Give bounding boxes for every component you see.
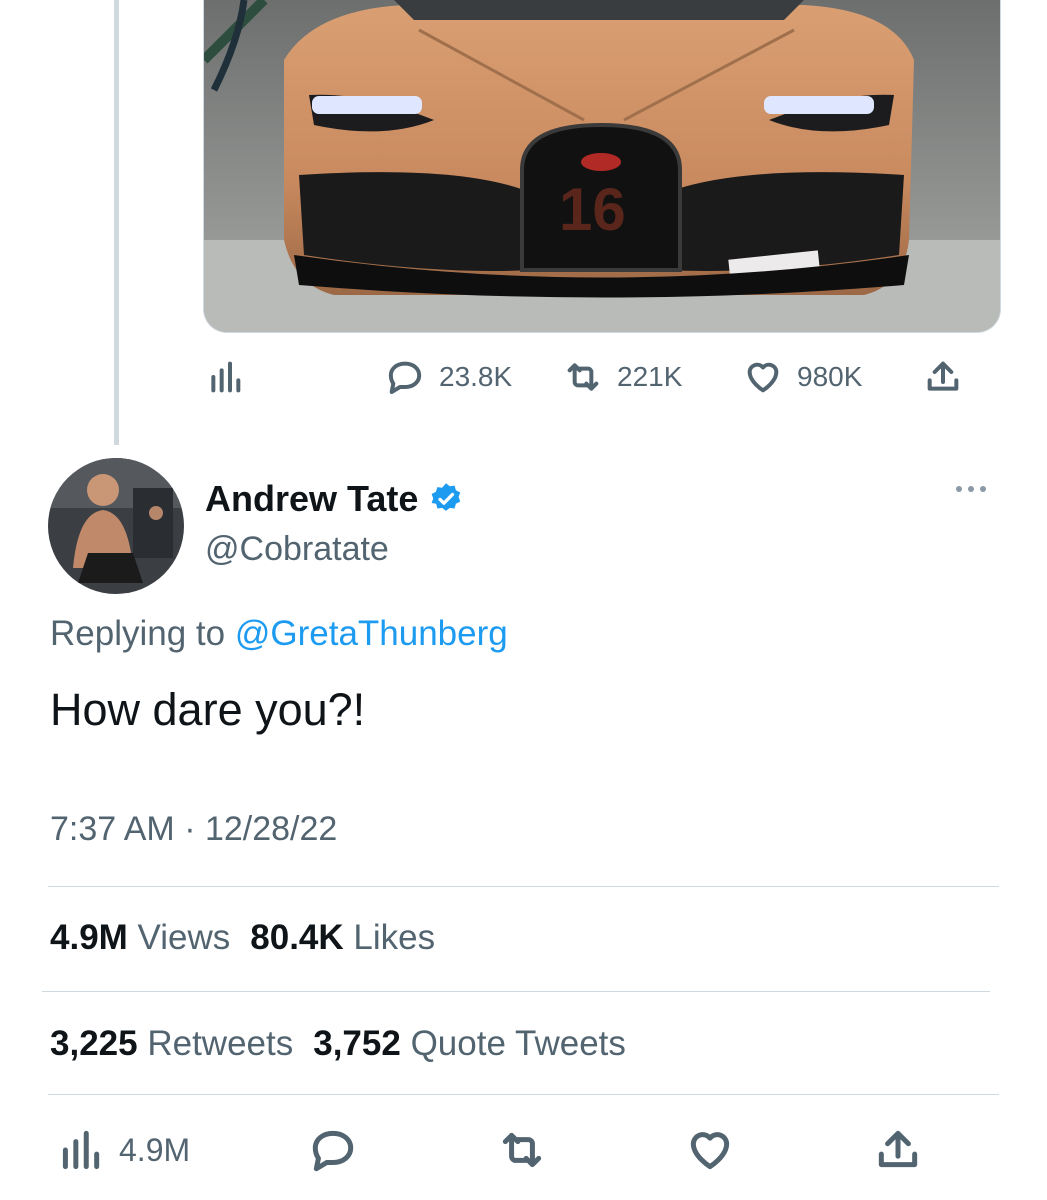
retweets-stat[interactable]: 3,225 Retweets <box>50 1024 293 1064</box>
analytics-icon <box>211 361 241 393</box>
tweet-timestamp[interactable]: 7:37 AM · 12/28/22 <box>50 810 337 849</box>
like-count: 980K <box>797 361 863 392</box>
like-button[interactable]: 980K <box>743 357 862 397</box>
retweet-button[interactable]: 221K <box>563 357 682 397</box>
car-photo: 16 <box>204 0 1000 332</box>
quotes-label: Quote Tweets <box>410 1024 626 1063</box>
reply-count: 23.8K <box>439 361 513 392</box>
likes-label: Likes <box>353 918 436 957</box>
share-icon <box>878 1130 918 1168</box>
avatar[interactable] <box>48 458 184 594</box>
retweets-count: 3,225 <box>50 1024 138 1063</box>
thread-connector <box>114 0 119 445</box>
replying-to: Replying to @GretaThunberg <box>50 614 508 654</box>
like-icon <box>690 1132 730 1170</box>
likes-count: 80.4K <box>250 918 344 957</box>
views-label: Views <box>137 918 231 957</box>
analytics-button[interactable] <box>205 357 245 397</box>
retweet-icon <box>567 363 599 391</box>
retweets-label: Retweets <box>147 1024 294 1063</box>
views-count: 4.9M <box>50 918 128 957</box>
author-name-row[interactable]: Andrew Tate <box>205 478 464 520</box>
verified-badge-icon <box>431 483 461 511</box>
divider <box>42 991 990 992</box>
divider <box>48 1094 999 1095</box>
like-icon <box>747 362 779 393</box>
analytics-button[interactable]: 4.9M <box>55 1120 190 1180</box>
svg-text:16: 16 <box>559 176 626 243</box>
analytics-icon <box>62 1130 100 1170</box>
divider <box>48 886 999 887</box>
replying-to-prefix: Replying to <box>50 614 226 653</box>
retweet-count: 221K <box>617 361 683 392</box>
avatar-photo <box>48 458 184 594</box>
share-button[interactable] <box>923 357 963 397</box>
retweets-quotes-row: 3,225 Retweets 3,752 Quote Tweets <box>50 1024 626 1064</box>
reply-button[interactable]: 23.8K <box>385 357 512 397</box>
quotes-count: 3,752 <box>313 1024 401 1063</box>
like-button[interactable] <box>685 1120 735 1180</box>
retweet-icon <box>502 1132 542 1168</box>
reply-icon <box>312 1130 354 1172</box>
author-handle[interactable]: @Cobratate <box>205 530 389 569</box>
reply-icon <box>388 361 422 394</box>
share-icon <box>927 361 959 391</box>
views-count: 4.9M <box>119 1131 191 1168</box>
tweet-text: How dare you?! <box>50 684 366 735</box>
more-icon[interactable] <box>956 486 986 492</box>
tweet-media-image[interactable]: 16 <box>203 0 1001 333</box>
author-name[interactable]: Andrew Tate <box>205 478 418 520</box>
tweet-action-bar: 4.9M <box>0 1120 1047 1180</box>
likes-stat[interactable]: 80.4K Likes <box>250 918 435 958</box>
share-button[interactable] <box>873 1120 923 1180</box>
views-stat[interactable]: 4.9M Views <box>50 918 230 958</box>
top-tweet-action-bar: 23.8K 221K 980K <box>205 350 985 404</box>
views-likes-row: 4.9M Views 80.4K Likes <box>50 918 435 958</box>
replying-to-mention[interactable]: @GretaThunberg <box>235 614 508 653</box>
quotes-stat[interactable]: 3,752 Quote Tweets <box>313 1024 626 1064</box>
reply-button[interactable] <box>308 1120 358 1180</box>
retweet-button[interactable] <box>497 1120 547 1180</box>
